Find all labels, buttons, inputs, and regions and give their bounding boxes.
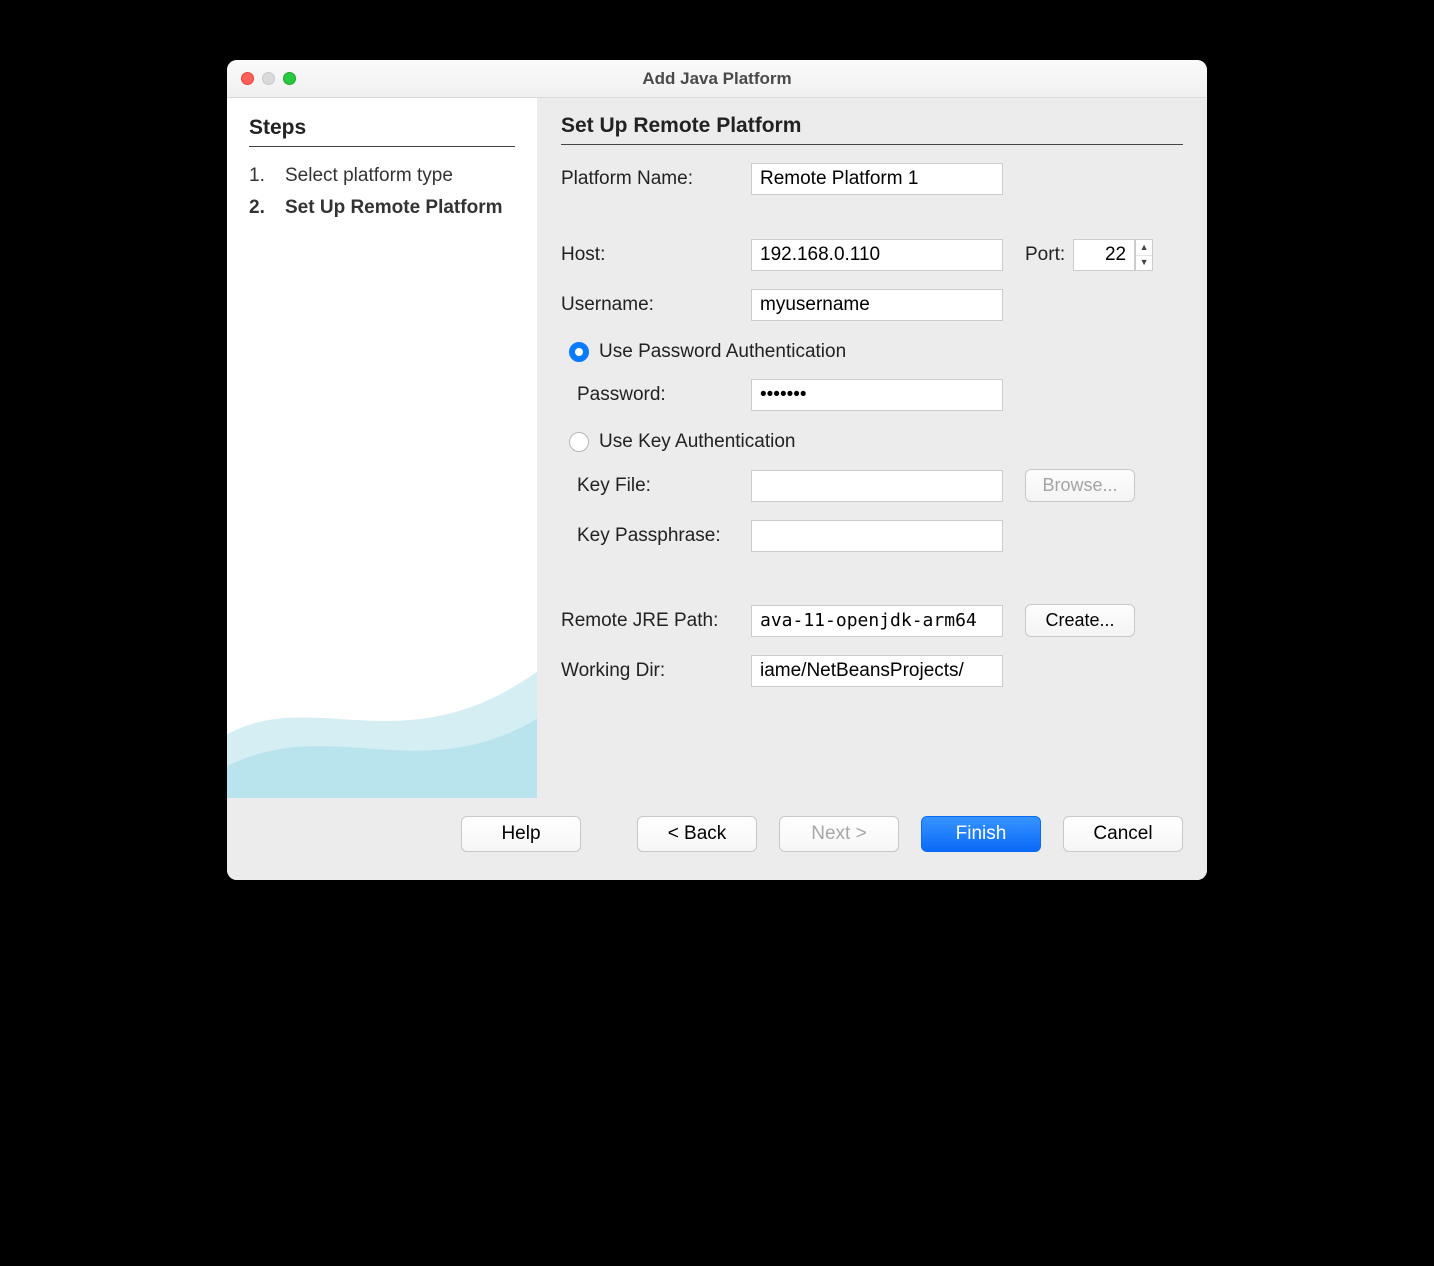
port-spinner: ▲ ▼ bbox=[1135, 239, 1153, 271]
radio-key-auth-label: Use Key Authentication bbox=[599, 431, 795, 453]
steps-list: 1. Select platform type 2. Set Up Remote… bbox=[249, 163, 515, 220]
window-title: Add Java Platform bbox=[227, 69, 1207, 89]
titlebar: Add Java Platform bbox=[227, 60, 1207, 98]
step-number: 1. bbox=[249, 163, 269, 189]
steps-sidebar: Steps 1. Select platform type 2. Set Up … bbox=[227, 98, 537, 798]
username-input[interactable] bbox=[751, 289, 1003, 321]
dialog-window: Add Java Platform Steps 1. Select platfo… bbox=[227, 60, 1207, 880]
button-bar: Help < Back Next > Finish Cancel bbox=[227, 798, 1207, 880]
radio-key-auth-button[interactable] bbox=[569, 432, 589, 452]
row-working-dir: Working Dir: bbox=[561, 655, 1183, 687]
dialog-content: Steps 1. Select platform type 2. Set Up … bbox=[227, 98, 1207, 798]
create-button[interactable]: Create... bbox=[1025, 604, 1135, 637]
radio-key-auth[interactable]: Use Key Authentication bbox=[561, 431, 1183, 453]
row-keyfile: Key File: Browse... bbox=[561, 469, 1183, 502]
radio-password-auth-button[interactable] bbox=[569, 342, 589, 362]
platform-name-input[interactable] bbox=[751, 163, 1003, 195]
platform-name-label: Platform Name: bbox=[561, 168, 751, 190]
row-username: Username: bbox=[561, 289, 1183, 321]
port-stepper: ▲ ▼ bbox=[1073, 239, 1153, 271]
help-button[interactable]: Help bbox=[461, 816, 581, 852]
close-icon[interactable] bbox=[241, 72, 254, 85]
browse-button: Browse... bbox=[1025, 469, 1135, 502]
step-label: Set Up Remote Platform bbox=[285, 195, 515, 221]
row-keypass: Key Passphrase: bbox=[561, 520, 1183, 552]
zoom-icon[interactable] bbox=[283, 72, 296, 85]
step-number: 2. bbox=[249, 195, 269, 221]
row-password: Password: bbox=[561, 379, 1183, 411]
radio-password-auth-label: Use Password Authentication bbox=[599, 341, 846, 363]
port-decrement-button[interactable]: ▼ bbox=[1136, 256, 1152, 271]
working-dir-label: Working Dir: bbox=[561, 660, 751, 682]
password-label: Password: bbox=[561, 384, 751, 406]
decorative-wave-icon bbox=[227, 608, 537, 798]
back-button[interactable]: < Back bbox=[637, 816, 757, 852]
row-jre-path: Remote JRE Path: Create... bbox=[561, 604, 1183, 637]
window-controls bbox=[241, 72, 296, 85]
panel-title: Set Up Remote Platform bbox=[561, 114, 1183, 145]
steps-heading: Steps bbox=[249, 116, 515, 147]
form-panel: Set Up Remote Platform Platform Name: Ho… bbox=[537, 98, 1207, 798]
keyfile-label: Key File: bbox=[561, 475, 751, 497]
working-dir-input[interactable] bbox=[751, 655, 1003, 687]
port-input[interactable] bbox=[1073, 239, 1135, 271]
finish-button[interactable]: Finish bbox=[921, 816, 1041, 852]
step-item-current: 2. Set Up Remote Platform bbox=[249, 195, 515, 221]
minimize-icon bbox=[262, 72, 275, 85]
keyfile-input[interactable] bbox=[751, 470, 1003, 502]
jre-path-input[interactable] bbox=[751, 605, 1003, 637]
username-label: Username: bbox=[561, 294, 751, 316]
step-item: 1. Select platform type bbox=[249, 163, 515, 189]
row-platform-name: Platform Name: bbox=[561, 163, 1183, 195]
row-host: Host: Port: ▲ ▼ bbox=[561, 239, 1183, 271]
jre-path-label: Remote JRE Path: bbox=[561, 610, 751, 632]
radio-password-auth[interactable]: Use Password Authentication bbox=[561, 341, 1183, 363]
cancel-button[interactable]: Cancel bbox=[1063, 816, 1183, 852]
password-input[interactable] bbox=[751, 379, 1003, 411]
host-label: Host: bbox=[561, 244, 751, 266]
port-increment-button[interactable]: ▲ bbox=[1136, 240, 1152, 256]
next-button: Next > bbox=[779, 816, 899, 852]
port-label: Port: bbox=[1025, 244, 1065, 266]
keypass-input[interactable] bbox=[751, 520, 1003, 552]
keypass-label: Key Passphrase: bbox=[561, 525, 751, 547]
step-label: Select platform type bbox=[285, 163, 515, 189]
host-input[interactable] bbox=[751, 239, 1003, 271]
